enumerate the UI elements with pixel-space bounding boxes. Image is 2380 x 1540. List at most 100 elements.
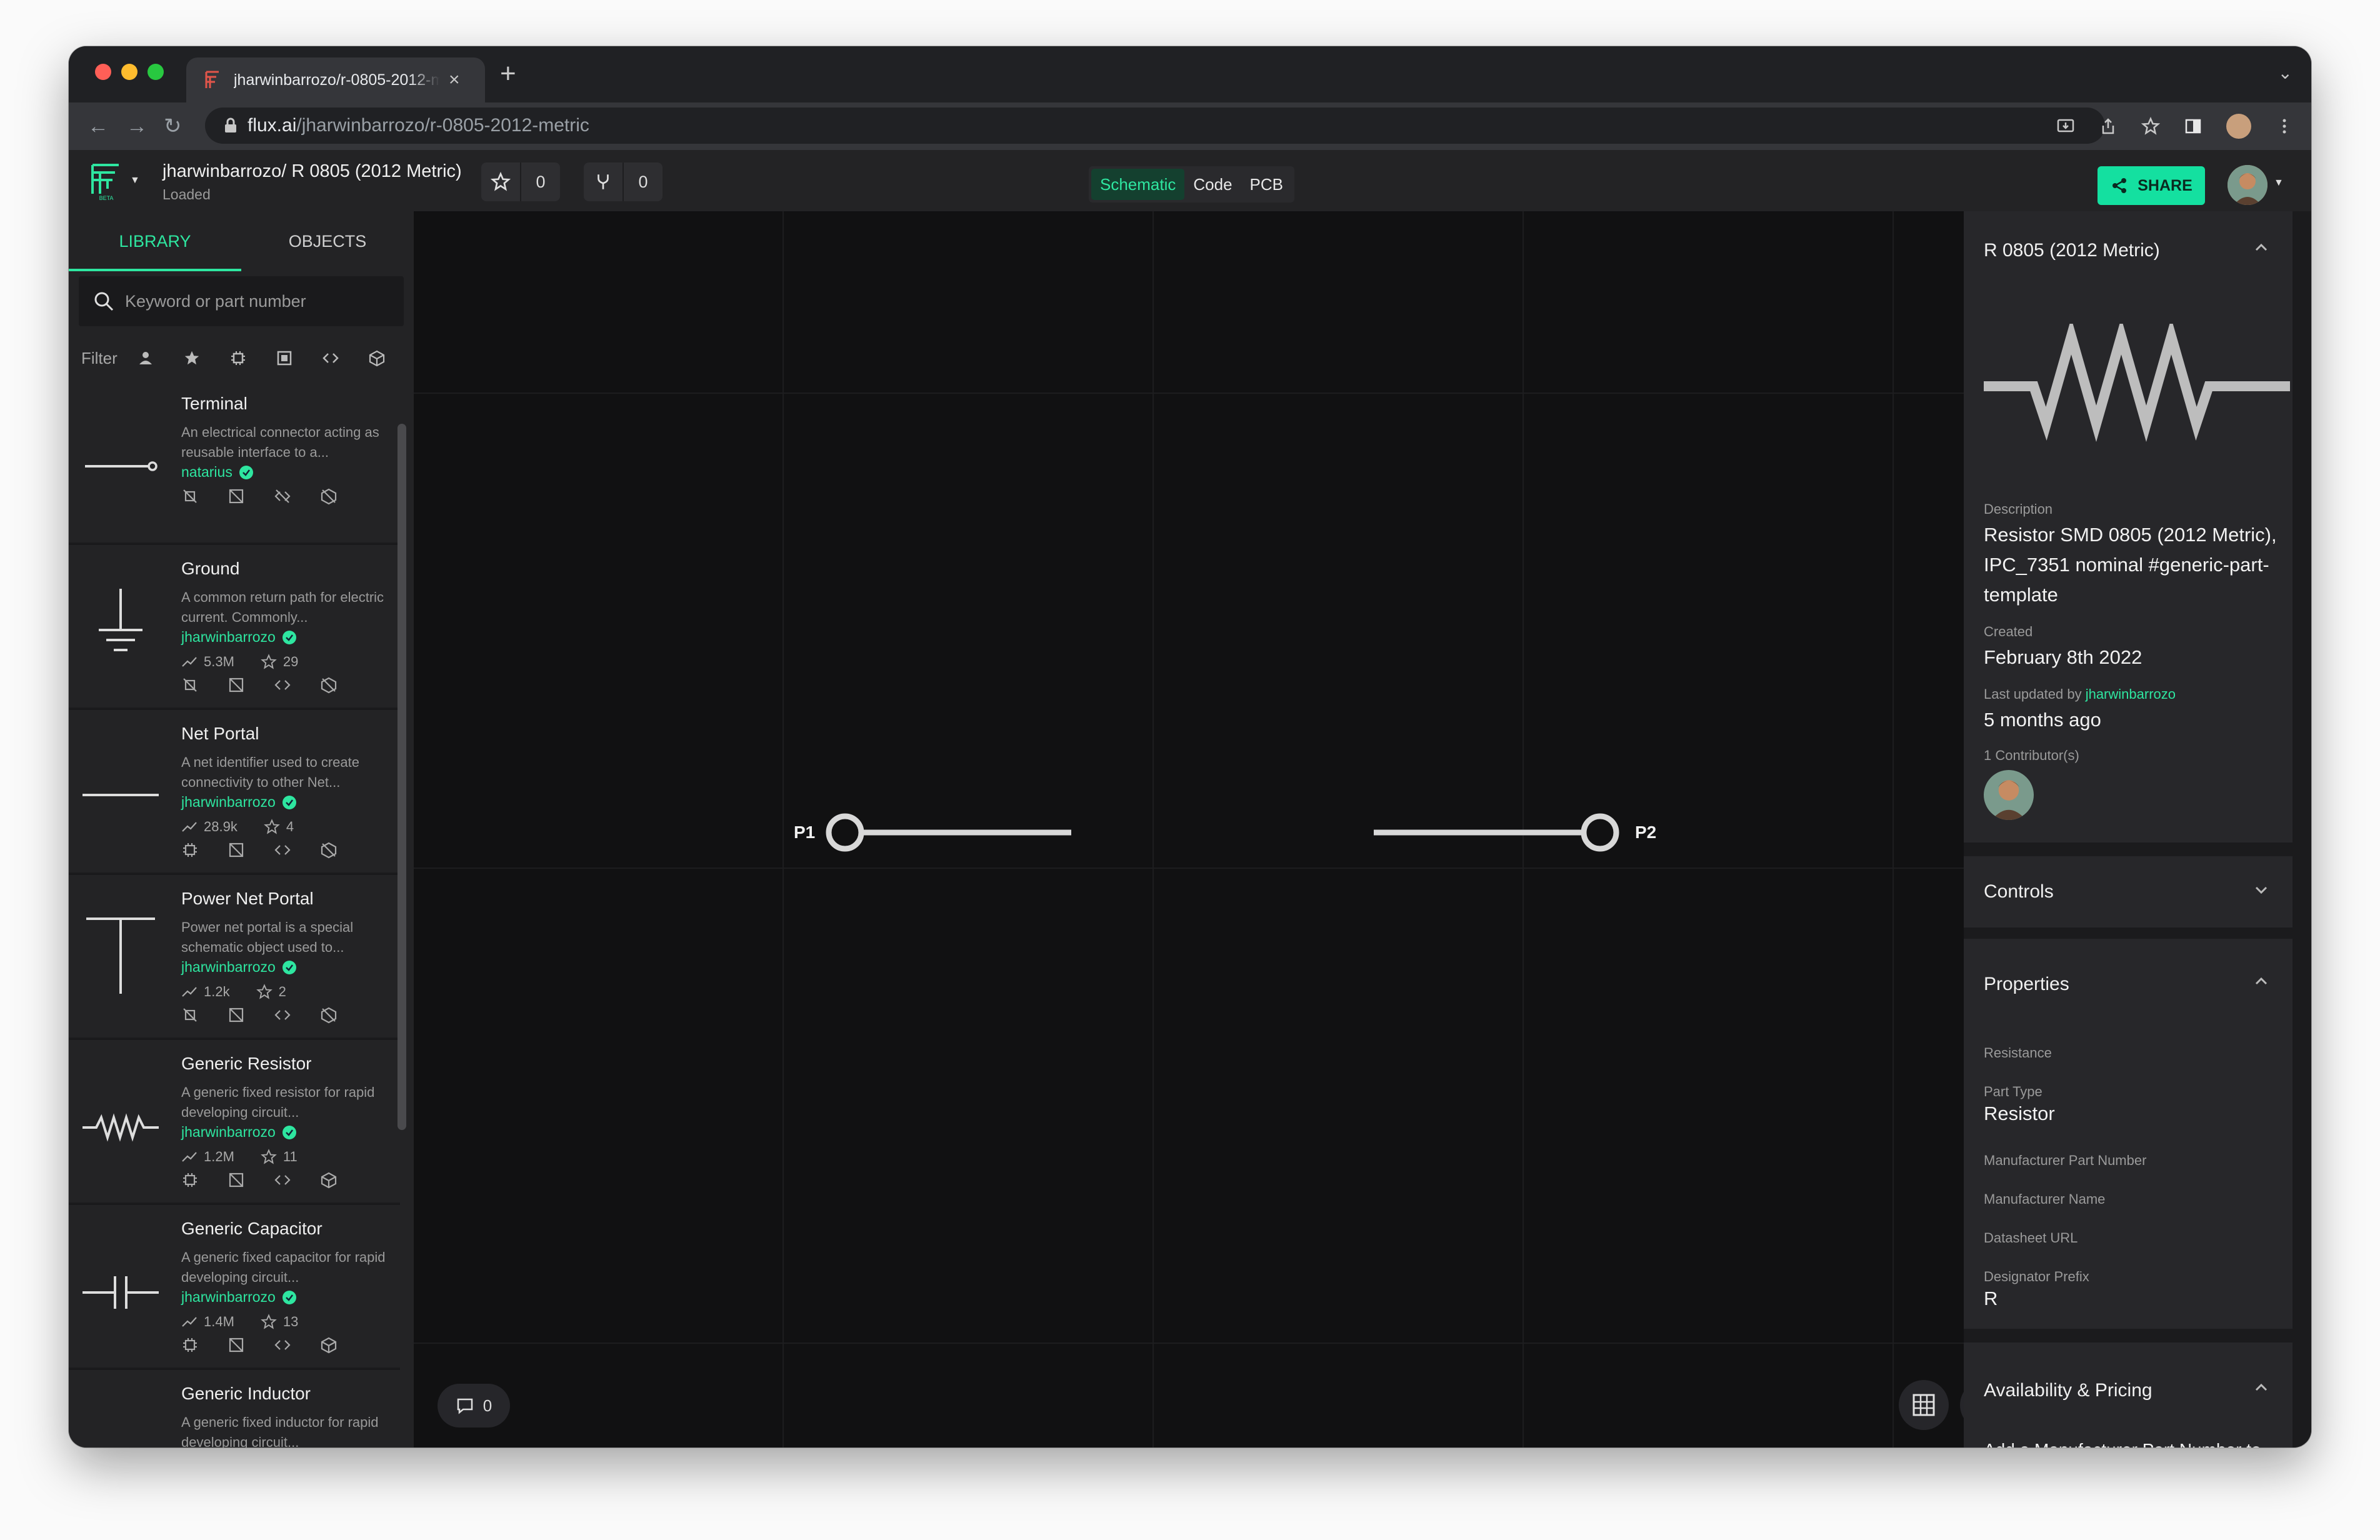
- list-item[interactable]: Power Net Portal Power net portal is a s…: [69, 875, 400, 1040]
- properties-section: Properties Resistance Part Type Resistor…: [1964, 939, 2292, 1329]
- flux-logo-icon[interactable]: BETA: [88, 161, 125, 202]
- star-button-group[interactable]: 0: [481, 162, 560, 201]
- part-description: Power net portal is a special schematic …: [181, 919, 354, 955]
- no-code-icon: [274, 489, 291, 503]
- net-portal-symbol-icon: [82, 794, 159, 796]
- part-description: A common return path for electric curren…: [181, 589, 384, 625]
- resistance-label[interactable]: Resistance: [1984, 1045, 2052, 1061]
- tab-close-icon[interactable]: ×: [449, 71, 460, 89]
- contributor-avatar[interactable]: [1984, 770, 2034, 820]
- part-author[interactable]: jharwinbarrozo: [181, 959, 297, 976]
- user-menu-caret-icon[interactable]: ▼: [2274, 178, 2284, 189]
- browser-tab[interactable]: jharwinbarrozo/r-0805-2012-metric ×: [186, 58, 485, 102]
- controls-section[interactable]: Controls: [1964, 856, 2292, 928]
- search-input[interactable]: [124, 291, 389, 312]
- part-author[interactable]: jharwinbarrozo: [181, 629, 297, 646]
- description-value: Resistor SMD 0805 (2012 Metric), IPC_735…: [1984, 524, 2277, 606]
- filter-user-icon[interactable]: [136, 349, 155, 368]
- tab-schematic[interactable]: Schematic: [1091, 169, 1185, 200]
- filter-chip-icon[interactable]: [229, 349, 248, 368]
- list-item[interactable]: Net Portal A net identifier used to crea…: [69, 710, 400, 875]
- datasheet-url-label[interactable]: Datasheet URL: [1984, 1230, 2078, 1246]
- chevron-up-icon[interactable]: [2252, 972, 2270, 990]
- chevron-up-icon[interactable]: [2252, 239, 2270, 256]
- bookmark-star-icon[interactable]: [2141, 117, 2160, 136]
- filter-3d-model-icon[interactable]: [368, 349, 386, 368]
- star-icon[interactable]: [481, 162, 521, 201]
- address-bar[interactable]: flux.ai/jharwinbarrozo/r-0805-2012-metri…: [205, 108, 2105, 144]
- designator-prefix-value[interactable]: R: [1984, 1284, 1998, 1314]
- no-3d-model-icon: [321, 488, 337, 505]
- tab-objects[interactable]: OBJECTS: [241, 211, 414, 271]
- list-item[interactable]: Terminal An electrical connector acting …: [69, 380, 400, 545]
- maximize-window-button[interactable]: [148, 64, 164, 80]
- no-chip-icon: [183, 678, 197, 692]
- tab-pcb[interactable]: PCB: [1241, 169, 1292, 200]
- trend-icon: [182, 1152, 197, 1162]
- updated-by-link[interactable]: jharwinbarrozo: [2086, 686, 2176, 702]
- part-name: Terminal: [181, 394, 248, 413]
- pin-label-p1[interactable]: P1: [794, 822, 815, 842]
- part-author[interactable]: natarius: [181, 464, 254, 481]
- availability-hint: Add a Manufacturer Part Number to: [1984, 1435, 2261, 1448]
- part-author[interactable]: jharwinbarrozo: [181, 1289, 297, 1306]
- filter-footprint-icon[interactable]: [275, 349, 294, 368]
- tab-library[interactable]: LIBRARY: [69, 211, 241, 271]
- schematic-canvas[interactable]: P1 P2 0: [414, 211, 2010, 1448]
- profile-avatar[interactable]: [2226, 114, 2251, 139]
- back-arrow-icon[interactable]: ←: [88, 114, 109, 139]
- fork-icon[interactable]: [584, 162, 624, 201]
- share-icon: [2112, 178, 2127, 193]
- side-panel-icon[interactable]: [2184, 117, 2202, 136]
- sidebar-scrollbar[interactable]: [398, 424, 406, 1130]
- fork-button-group[interactable]: 0: [584, 162, 662, 201]
- chevron-down-icon[interactable]: [2252, 881, 2270, 899]
- part-name: Ground: [181, 559, 240, 578]
- tab-code[interactable]: Code: [1184, 169, 1241, 200]
- star-icon: [261, 1314, 277, 1329]
- part-overview-section: R 0805 (2012 Metric) Description Resisto…: [1964, 211, 2292, 842]
- resistor-pins-drawing: [826, 813, 1619, 852]
- inductor-symbol-icon: [80, 1389, 161, 1448]
- forward-arrow-icon[interactable]: →: [126, 114, 148, 139]
- filter-code-icon[interactable]: [321, 349, 340, 368]
- sidebar-tabs: LIBRARY OBJECTS: [69, 211, 414, 271]
- mpn-label[interactable]: Manufacturer Part Number: [1984, 1152, 2146, 1169]
- no-3d-model-icon: [321, 842, 337, 859]
- trend-icon: [182, 822, 197, 832]
- chevron-up-icon[interactable]: [2252, 1379, 2270, 1396]
- list-item[interactable]: Ground A common return path for electric…: [69, 545, 400, 710]
- 3d-model-icon: [321, 1337, 337, 1354]
- resistor-symbol-icon: [82, 1113, 159, 1142]
- part-description: A generic fixed resistor for rapid devel…: [181, 1084, 375, 1120]
- app-header: BETA ▼ jharwinbarrozo/ R 0805 (2012 Metr…: [69, 150, 2311, 212]
- user-avatar[interactable]: [2228, 165, 2268, 205]
- grid-toggle-button[interactable]: [1899, 1380, 1949, 1430]
- list-item[interactable]: Generic Inductor A generic fixed inducto…: [69, 1370, 400, 1448]
- project-title[interactable]: jharwinbarrozo/ R 0805 (2012 Metric): [162, 161, 462, 182]
- part-author[interactable]: jharwinbarrozo: [181, 1124, 297, 1141]
- browser-menu-icon[interactable]: [2275, 117, 2294, 136]
- pin-label-p2[interactable]: P2: [1635, 822, 1656, 842]
- list-item[interactable]: Generic Resistor A generic fixed resisto…: [69, 1040, 400, 1205]
- manufacturer-name-label[interactable]: Manufacturer Name: [1984, 1191, 2105, 1208]
- chip-icon: [183, 1338, 197, 1352]
- part-author[interactable]: jharwinbarrozo: [181, 794, 297, 811]
- install-app-icon[interactable]: [2056, 117, 2075, 136]
- new-tab-icon[interactable]: +: [500, 60, 516, 88]
- no-footprint-icon: [229, 678, 244, 692]
- close-window-button[interactable]: [95, 64, 111, 80]
- reload-icon[interactable]: ↻: [164, 114, 182, 139]
- logo-menu-caret-icon[interactable]: ▼: [130, 175, 140, 186]
- filter-star-icon[interactable]: [182, 349, 201, 368]
- share-page-icon[interactable]: [2099, 117, 2118, 136]
- part-description: A net identifier used to create connecti…: [181, 754, 359, 790]
- chip-icon: [183, 1173, 197, 1187]
- part-type-value[interactable]: Resistor: [1984, 1099, 2055, 1129]
- minimize-window-button[interactable]: [121, 64, 138, 80]
- comments-button[interactable]: 0: [438, 1384, 510, 1428]
- list-item[interactable]: Generic Capacitor A generic fixed capaci…: [69, 1205, 400, 1370]
- tab-search-chevron-icon[interactable]: ⌄: [2278, 62, 2292, 83]
- share-button[interactable]: SHARE: [2098, 166, 2205, 205]
- part-tags: [181, 841, 338, 859]
